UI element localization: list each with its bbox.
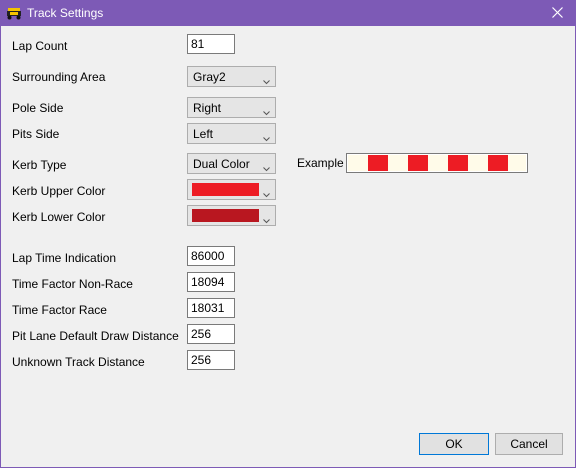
track-settings-window: Track Settings Lap Count 81 Surrounding … bbox=[0, 0, 576, 468]
title-bar[interactable]: Track Settings bbox=[1, 1, 575, 26]
chevron-down-icon bbox=[263, 161, 270, 172]
lap-count-input[interactable]: 81 bbox=[187, 34, 235, 54]
kerb-lower-color-label: Kerb Lower Color bbox=[12, 210, 106, 224]
pit-lane-draw-distance-input[interactable]: 256 bbox=[187, 324, 235, 344]
chevron-down-icon bbox=[263, 74, 270, 85]
time-factor-non-race-label: Time Factor Non-Race bbox=[12, 277, 133, 291]
lap-count-label: Lap Count bbox=[12, 39, 68, 53]
close-icon bbox=[551, 6, 563, 21]
kerb-stripe bbox=[368, 155, 388, 171]
chevron-down-icon bbox=[263, 105, 270, 116]
kerb-stripe bbox=[448, 155, 468, 171]
settings-panel: Lap Count 81 Surrounding Area Gray2 Pole… bbox=[1, 26, 575, 467]
time-factor-non-race-input[interactable]: 18094 bbox=[187, 272, 235, 292]
ok-button[interactable]: OK bbox=[419, 433, 489, 455]
kerb-stripe bbox=[388, 155, 408, 171]
time-factor-race-input[interactable]: 18031 bbox=[187, 298, 235, 318]
surrounding-area-value: Gray2 bbox=[193, 70, 226, 84]
kerb-stripe bbox=[428, 155, 448, 171]
chevron-down-icon bbox=[263, 131, 270, 142]
car-icon bbox=[6, 7, 22, 20]
kerb-stripe bbox=[348, 155, 368, 171]
lap-time-indication-label: Lap Time Indication bbox=[12, 251, 117, 265]
pit-lane-draw-distance-label: Pit Lane Default Draw Distance bbox=[12, 329, 179, 343]
kerb-lower-color-swatch bbox=[192, 209, 259, 222]
lap-time-indication-input[interactable]: 86000 bbox=[187, 246, 235, 266]
kerb-lower-color-select[interactable] bbox=[187, 205, 276, 226]
window-title: Track Settings bbox=[27, 6, 104, 20]
close-button[interactable] bbox=[539, 1, 575, 26]
kerb-stripe bbox=[508, 155, 526, 171]
surrounding-area-label: Surrounding Area bbox=[12, 70, 106, 84]
unknown-track-distance-label: Unknown Track Distance bbox=[12, 355, 145, 369]
kerb-upper-color-select[interactable] bbox=[187, 179, 276, 200]
pole-side-label: Pole Side bbox=[12, 101, 64, 115]
kerb-upper-color-swatch bbox=[192, 183, 259, 196]
kerb-type-label: Kerb Type bbox=[12, 158, 67, 172]
kerb-example-preview bbox=[346, 153, 528, 173]
example-label: Example bbox=[297, 156, 344, 170]
unknown-track-distance-input[interactable]: 256 bbox=[187, 350, 235, 370]
kerb-type-select[interactable]: Dual Color bbox=[187, 153, 276, 174]
kerb-stripe bbox=[408, 155, 428, 171]
pits-side-value: Left bbox=[193, 127, 214, 141]
pits-side-select[interactable]: Left bbox=[187, 123, 276, 144]
kerb-stripes bbox=[348, 155, 526, 171]
chevron-down-icon bbox=[263, 213, 270, 224]
kerb-stripe bbox=[468, 155, 488, 171]
pole-side-select[interactable]: Right bbox=[187, 97, 276, 118]
kerb-stripe bbox=[488, 155, 508, 171]
time-factor-race-label: Time Factor Race bbox=[12, 303, 107, 317]
kerb-upper-color-label: Kerb Upper Color bbox=[12, 184, 106, 198]
pits-side-label: Pits Side bbox=[12, 127, 60, 141]
surrounding-area-select[interactable]: Gray2 bbox=[187, 66, 276, 87]
pole-side-value: Right bbox=[193, 101, 222, 115]
kerb-type-value: Dual Color bbox=[193, 157, 250, 171]
cancel-button[interactable]: Cancel bbox=[495, 433, 563, 455]
chevron-down-icon bbox=[263, 187, 270, 198]
